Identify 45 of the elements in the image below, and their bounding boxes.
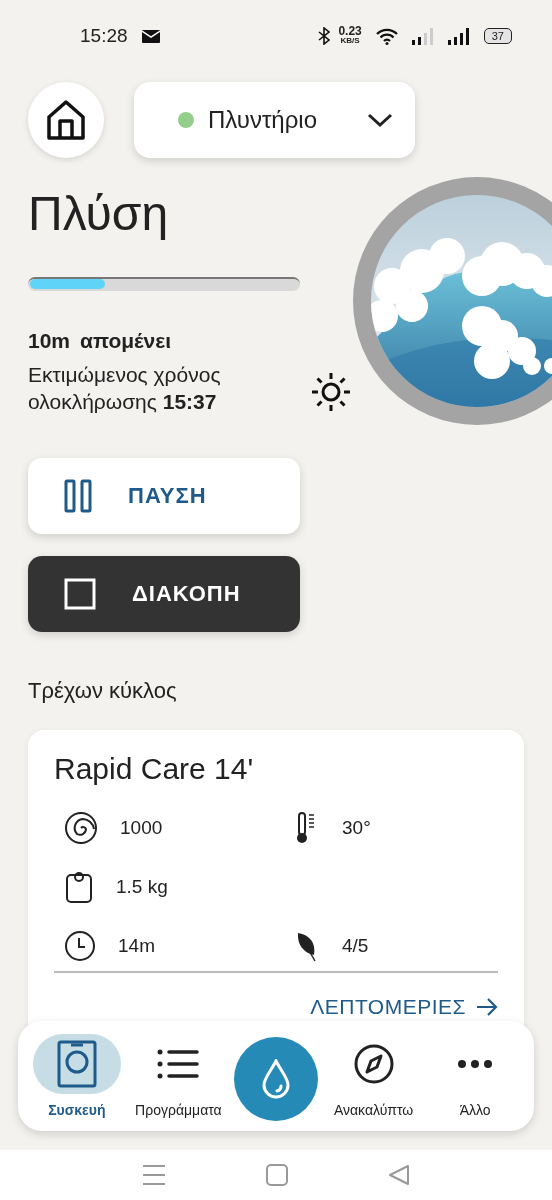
bluetooth-icon: [318, 27, 331, 45]
remaining-label: απομένει: [80, 329, 172, 353]
device-selector[interactable]: Πλυντήριο: [134, 82, 415, 158]
stop-icon: [64, 578, 96, 610]
nav-item[interactable]: Προγράμματα: [132, 1034, 225, 1118]
spec-value: 4/5: [342, 934, 369, 957]
signal-icon: [447, 27, 470, 45]
mail-icon: [141, 29, 160, 43]
cycle-name: Rapid Care 14': [54, 752, 255, 786]
scale-icon: [64, 869, 94, 904]
list-icon: [157, 1049, 200, 1079]
spec-value: 1.5 kg: [116, 875, 168, 898]
section-title: Τρέχων κύκλος: [28, 678, 178, 704]
nav-item[interactable]: Άλλο: [429, 1034, 522, 1118]
spec-value: 14m: [118, 934, 155, 957]
menu-icon: [142, 1164, 166, 1186]
more-icon: [457, 1059, 494, 1069]
spec-value: 1000: [120, 816, 163, 839]
network-unit: KB/S: [340, 36, 360, 46]
nav-item[interactable]: Ανακαλύπτω: [327, 1034, 420, 1118]
cycle-phase-title: Πλύση: [28, 186, 170, 241]
clock-time: 15:28: [80, 25, 128, 47]
pause-icon: [64, 479, 92, 513]
spiral-icon: [64, 810, 98, 845]
signal-icon: [411, 27, 434, 45]
spec-value: 30°: [342, 816, 371, 839]
water-drop-icon: [261, 1059, 291, 1099]
home-icon: [46, 99, 86, 141]
washing-machine-icon: [56, 1040, 97, 1088]
home-square-icon: [266, 1164, 288, 1186]
home-button[interactable]: [28, 82, 104, 158]
clock-icon: [64, 929, 96, 962]
pause-button[interactable]: ΠΑΥΣΗ: [28, 458, 300, 534]
stop-button[interactable]: ΔΙΑΚΟΠΗ: [28, 556, 300, 632]
battery-level: 37: [483, 28, 512, 44]
remaining-time: 10m: [28, 329, 71, 353]
chevron-down-icon: [367, 112, 393, 128]
sun-icon: [310, 371, 352, 413]
estimated-finish-text: Εκτιμώμενος χρόνος ολοκλήρωσης 15:37: [28, 362, 222, 415]
wifi-icon: [375, 27, 398, 45]
compass-icon: [353, 1044, 394, 1084]
back-icon: [388, 1164, 410, 1186]
network-speed: 0.23: [338, 26, 362, 36]
arrow-right-icon: [476, 998, 498, 1016]
details-link[interactable]: ΛΕΠΤΟΜΕΡΙΕΣ: [310, 995, 498, 1019]
